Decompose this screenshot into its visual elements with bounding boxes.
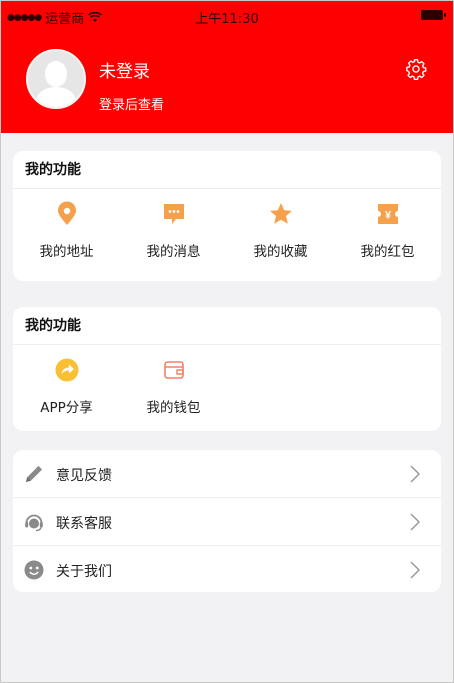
my-functions-card-2: 我的功能 APP分享 我的钱包 (13, 307, 441, 431)
feedback-row[interactable]: 意见反馈 (13, 450, 441, 498)
my-red-packet-label: 我的红包 (360, 244, 415, 260)
app-share-item[interactable]: APP分享 (13, 345, 120, 435)
about-us-row[interactable]: 关于我们 (13, 546, 441, 594)
login-hint[interactable]: 登录后查看 (99, 94, 164, 113)
wallet-icon (163, 361, 184, 379)
status-bar: ●●●●● 运营商 上午11:30 (1, 1, 453, 31)
functions-grid-1: 我的地址 我的消息 我的收藏 ¥ 我的红包 (13, 189, 441, 279)
functions-grid-2: APP分享 我的钱包 (13, 345, 441, 435)
my-favorites-label: 我的收藏 (253, 244, 308, 260)
customer-service-label: 联系客服 (56, 516, 112, 532)
about-us-label: 关于我们 (56, 564, 112, 580)
message-icon (163, 204, 184, 224)
default-avatar-icon (28, 51, 84, 107)
my-wallet-label: 我的钱包 (146, 400, 201, 416)
username[interactable]: 未登录 (99, 57, 150, 82)
chevron-right-icon (410, 561, 421, 579)
my-messages-label: 我的消息 (146, 244, 201, 260)
smiley-icon (24, 560, 44, 580)
feedback-label: 意见反馈 (56, 468, 112, 484)
pencil-icon (26, 465, 43, 482)
card-title: 我的功能 (13, 151, 441, 189)
location-icon (57, 201, 76, 225)
battery-icon (421, 10, 446, 20)
my-favorites-item[interactable]: 我的收藏 (227, 189, 334, 279)
my-red-packet-item[interactable]: ¥ 我的红包 (334, 189, 441, 279)
settings-gear-icon[interactable] (405, 58, 427, 80)
status-time: 上午11:30 (195, 12, 259, 27)
my-wallet-item[interactable]: 我的钱包 (120, 345, 227, 435)
my-functions-card-1: 我的功能 我的地址 我的消息 我的收藏 ¥ 我的红包 (13, 151, 441, 281)
svg-text:¥: ¥ (384, 210, 391, 222)
star-icon (269, 203, 292, 224)
my-address-label: 我的地址 (39, 244, 94, 260)
my-address-item[interactable]: 我的地址 (13, 189, 120, 279)
chevron-right-icon (410, 513, 421, 531)
share-icon (55, 358, 78, 382)
red-packet-icon: ¥ (377, 204, 398, 224)
customer-service-row[interactable]: 联系客服 (13, 498, 441, 546)
avatar[interactable] (26, 49, 86, 109)
profile-header: ●●●●● 运营商 上午11:30 未登录 登录后查看 (1, 1, 453, 133)
headset-icon (25, 514, 43, 532)
my-messages-item[interactable]: 我的消息 (120, 189, 227, 279)
app-share-label: APP分享 (40, 400, 93, 416)
menu-list: 意见反馈 联系客服 关于我们 (13, 450, 441, 592)
chevron-right-icon (410, 465, 421, 483)
card-title: 我的功能 (13, 307, 441, 345)
